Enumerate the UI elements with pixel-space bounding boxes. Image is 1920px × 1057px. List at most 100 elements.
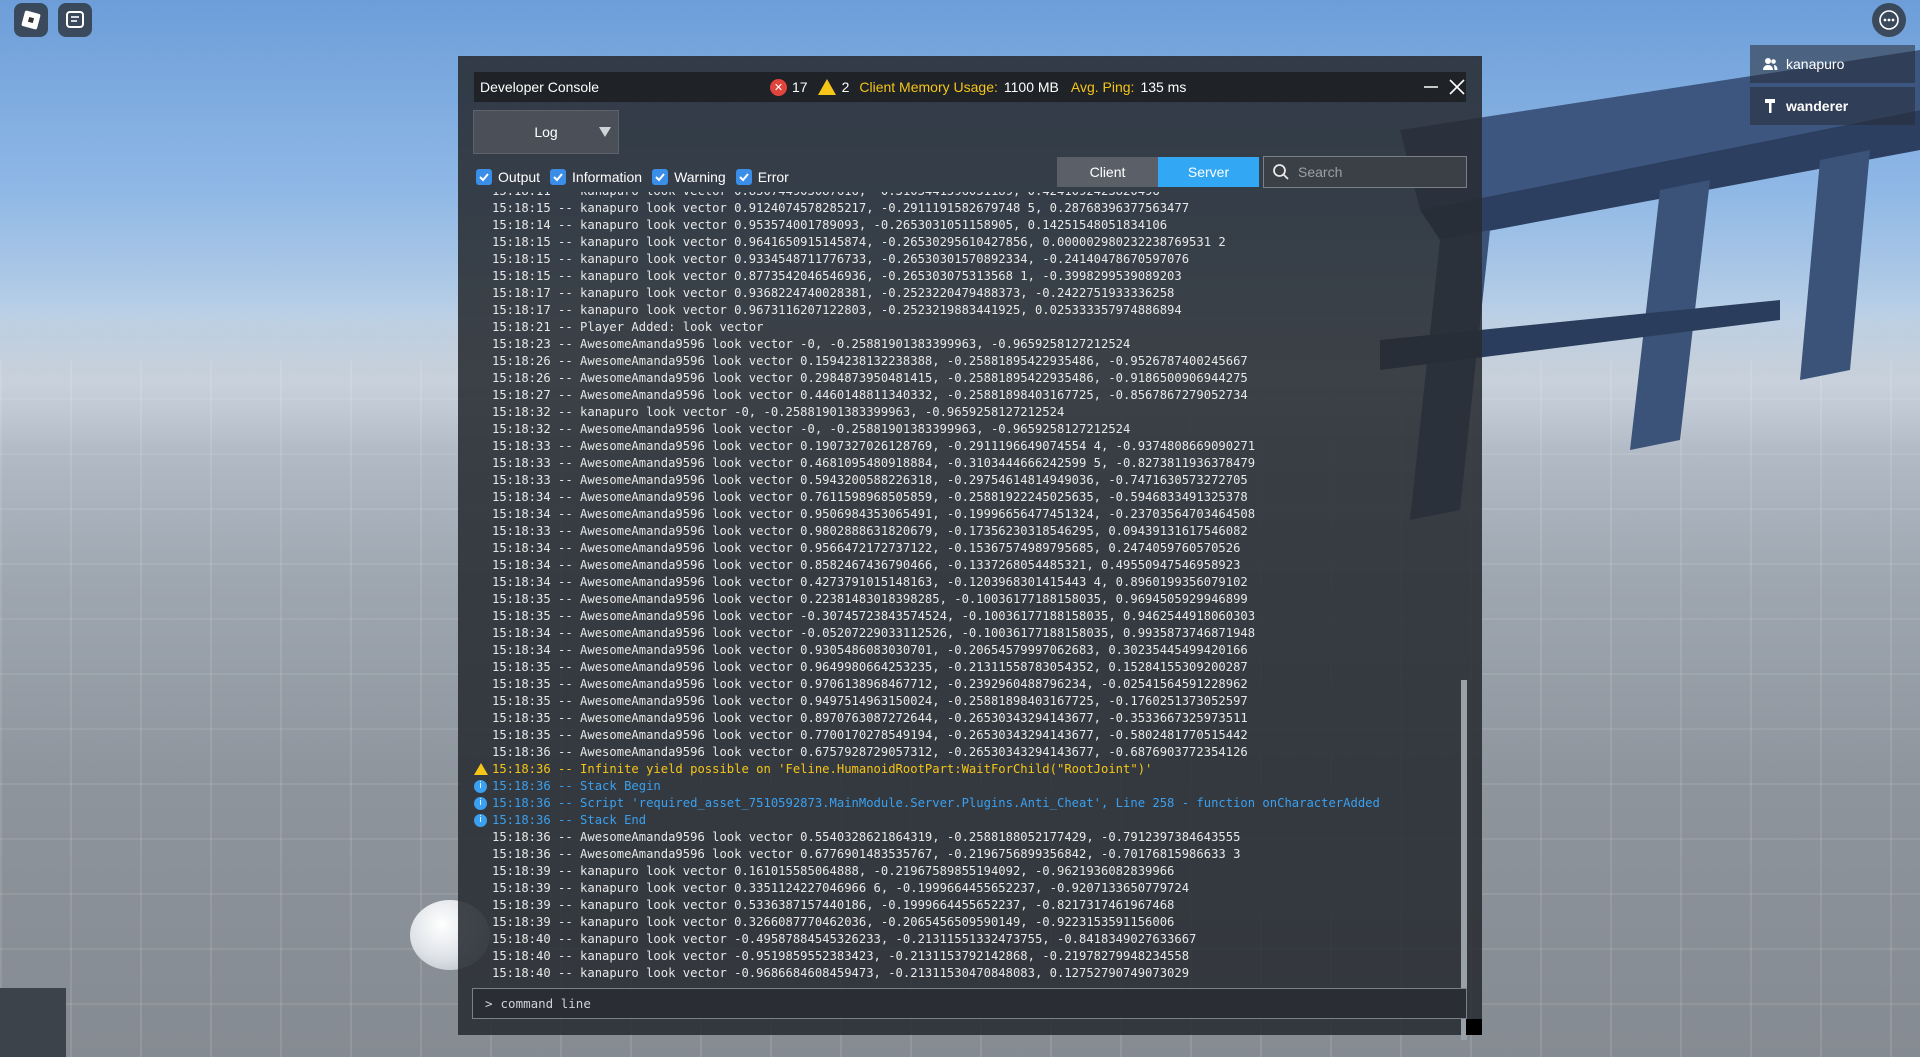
- log-text: 15:18:40 -- kanapuro look vector -0.9686…: [492, 966, 1190, 980]
- chat-button[interactable]: [58, 3, 92, 37]
- filter-warning[interactable]: Warning: [652, 169, 726, 185]
- log-text: 15:18:35 -- AwesomeAmanda9596 look vecto…: [492, 728, 1248, 742]
- command-input[interactable]: [500, 996, 1401, 1011]
- log-text: 15:18:15 -- kanapuro look vector 0.96416…: [492, 235, 1226, 249]
- log-text: 15:18:23 -- AwesomeAmanda9596 look vecto…: [492, 337, 1131, 351]
- log-line-output: 15:18:35 -- AwesomeAmanda9596 look vecto…: [472, 710, 1462, 727]
- error-stat[interactable]: ✕ 17: [770, 78, 808, 96]
- log-line-output: 15:18:17 -- kanapuro look vector 0.96731…: [472, 302, 1462, 319]
- log-line-output: 15:18:15 -- kanapuro look vector 0.96416…: [472, 234, 1462, 251]
- log-text: 15:18:34 -- AwesomeAmanda9596 look vecto…: [492, 541, 1241, 555]
- log-text: 15:18:35 -- AwesomeAmanda9596 look vecto…: [492, 694, 1248, 708]
- log-text: 15:18:36 -- Infinite yield possible on '…: [492, 762, 1153, 776]
- context-tabs: Client Server: [1057, 157, 1259, 187]
- log-line-output: 15:18:14 -- kanapuro look vector 0.95357…: [472, 217, 1462, 234]
- log-line-output: 15:18:40 -- kanapuro look vector -0.4958…: [472, 931, 1462, 948]
- log-text: 15:18:36 -- AwesomeAmanda9596 look vecto…: [492, 745, 1248, 759]
- log-line-output: 15:18:32 -- kanapuro look vector -0, -0.…: [472, 404, 1462, 421]
- log-line-output: 15:18:39 -- kanapuro look vector 0.16101…: [472, 863, 1462, 880]
- log-line-output: 15:18:34 -- AwesomeAmanda9596 look vecto…: [472, 506, 1462, 523]
- log-text: 15:18:39 -- kanapuro look vector 0.53363…: [492, 898, 1175, 912]
- log-line-output: 15:18:35 -- AwesomeAmanda9596 look vecto…: [472, 591, 1462, 608]
- log-text: 15:18:36 -- Stack Begin: [492, 779, 661, 793]
- chat-icon: [66, 11, 84, 28]
- log-text: 15:18:33 -- AwesomeAmanda9596 look vecto…: [492, 524, 1248, 538]
- view-dropdown[interactable]: Log: [473, 110, 619, 154]
- log-text: 15:18:34 -- AwesomeAmanda9596 look vecto…: [492, 575, 1248, 589]
- roblox-menu-button[interactable]: [14, 3, 48, 37]
- log-line-warning: 15:18:36 -- Infinite yield possible on '…: [472, 761, 1462, 778]
- log-line-output: 15:18:36 -- AwesomeAmanda9596 look vecto…: [472, 744, 1462, 761]
- log-line-output: 15:18:34 -- AwesomeAmanda9596 look vecto…: [472, 557, 1462, 574]
- tab-server[interactable]: Server: [1158, 157, 1259, 187]
- log-text: 15:18:33 -- AwesomeAmanda9596 look vecto…: [492, 473, 1248, 487]
- log-line-output: 15:18:35 -- AwesomeAmanda9596 look vecto…: [472, 659, 1462, 676]
- filter-information[interactable]: Information: [550, 169, 642, 185]
- checkbox-checked-icon[interactable]: [652, 169, 669, 185]
- log-text: 15:18:34 -- AwesomeAmanda9596 look vecto…: [492, 643, 1248, 657]
- memory-value: 1100 MB: [1003, 79, 1059, 95]
- log-text: 15:18:36 -- Script 'required_asset_75105…: [492, 796, 1380, 810]
- close-icon: [1449, 79, 1465, 95]
- log-line-output: 15:18:39 -- kanapuro look vector 0.53363…: [472, 897, 1462, 914]
- log-text: 15:18:35 -- AwesomeAmanda9596 look vecto…: [492, 592, 1248, 606]
- player-name: wanderer: [1786, 98, 1849, 114]
- filter-label: Output: [498, 169, 541, 185]
- log-text: 15:18:39 -- kanapuro look vector 0.32660…: [492, 915, 1175, 929]
- log-line-output: 15:18:11 -- kanapuro look vector 0.85074…: [472, 192, 1462, 200]
- player-row-kanapuro[interactable]: kanapuro: [1750, 45, 1915, 83]
- search-input[interactable]: [1298, 164, 1448, 180]
- log-line-output: 15:18:39 -- kanapuro look vector 0.33511…: [472, 880, 1462, 897]
- log-text: 15:18:40 -- kanapuro look vector -0.9519…: [492, 949, 1190, 963]
- warning-icon: [474, 763, 488, 775]
- close-button[interactable]: [1442, 72, 1472, 102]
- command-bar[interactable]: >: [472, 988, 1467, 1019]
- info-icon: i: [474, 814, 487, 827]
- filter-label: Warning: [674, 169, 726, 185]
- log-text: 15:18:36 -- AwesomeAmanda9596 look vecto…: [492, 830, 1241, 844]
- log-text: 15:18:32 -- AwesomeAmanda9596 look vecto…: [492, 422, 1131, 436]
- checkbox-checked-icon[interactable]: [550, 169, 567, 185]
- log-line-output: 15:18:26 -- AwesomeAmanda9596 look vecto…: [472, 370, 1462, 387]
- hammer-icon: [1762, 98, 1778, 114]
- search-box[interactable]: [1263, 156, 1467, 188]
- log-line-output: 15:18:40 -- kanapuro look vector -0.9519…: [472, 948, 1462, 965]
- warning-icon: [817, 79, 836, 95]
- log-line-output: 15:18:33 -- AwesomeAmanda9596 look vecto…: [472, 438, 1462, 455]
- resize-handle[interactable]: [1466, 1019, 1482, 1035]
- filter-label: Information: [572, 169, 643, 185]
- checkbox-checked-icon[interactable]: [735, 169, 752, 185]
- log-line-output: 15:18:34 -- AwesomeAmanda9596 look vecto…: [472, 574, 1462, 591]
- log-line-output: 15:18:21 -- Player Added: look vector: [472, 319, 1462, 336]
- log-text: 15:18:35 -- AwesomeAmanda9596 look vecto…: [492, 711, 1248, 725]
- error-icon: ✕: [770, 78, 787, 96]
- log-line-info: i 15:18:36 -- Stack End: [472, 812, 1462, 829]
- log-line-output: 15:18:23 -- AwesomeAmanda9596 look vecto…: [472, 336, 1462, 353]
- console-titlebar[interactable]: Developer Console ✕ 17 2 Client Memory U…: [474, 72, 1466, 102]
- log-text: 15:18:17 -- kanapuro look vector 0.96731…: [492, 303, 1182, 317]
- player-row-wanderer[interactable]: wanderer: [1750, 87, 1915, 125]
- filter-error[interactable]: Error: [735, 169, 789, 185]
- info-icon: i: [474, 797, 487, 810]
- log-line-info: i 15:18:36 -- Script 'required_asset_7510…: [472, 795, 1462, 812]
- command-prompt: >: [485, 996, 493, 1011]
- tab-client[interactable]: Client: [1057, 157, 1158, 187]
- log-text: 15:18:27 -- AwesomeAmanda9596 look vecto…: [492, 388, 1248, 402]
- log-line-output: 15:18:17 -- kanapuro look vector 0.93682…: [472, 285, 1462, 302]
- log-line-output: 15:18:35 -- AwesomeAmanda9596 look vecto…: [472, 727, 1462, 744]
- log-scrollbar[interactable]: [1461, 680, 1467, 1040]
- warning-stat[interactable]: 2: [817, 79, 849, 95]
- log-text: 15:18:34 -- AwesomeAmanda9596 look vecto…: [492, 490, 1248, 504]
- console-title: Developer Console: [480, 79, 600, 95]
- info-icon: i: [474, 780, 487, 793]
- view-dropdown-label: Log: [534, 124, 558, 140]
- log-text: 15:18:32 -- kanapuro look vector -0, -0.…: [492, 405, 1065, 419]
- player-list: kanapuro wanderer: [1750, 45, 1915, 129]
- log-text: 15:18:26 -- AwesomeAmanda9596 look vecto…: [492, 354, 1248, 368]
- filter-output[interactable]: Output: [476, 169, 540, 185]
- log-text: 15:18:15 -- kanapuro look vector 0.87735…: [492, 269, 1182, 283]
- log-output[interactable]: 15:18:11 -- kanapuro look vector 0.85074…: [472, 192, 1462, 982]
- checkbox-checked-icon[interactable]: [476, 169, 492, 185]
- more-options-button[interactable]: [1872, 3, 1906, 37]
- roblox-logo-icon: [21, 10, 41, 30]
